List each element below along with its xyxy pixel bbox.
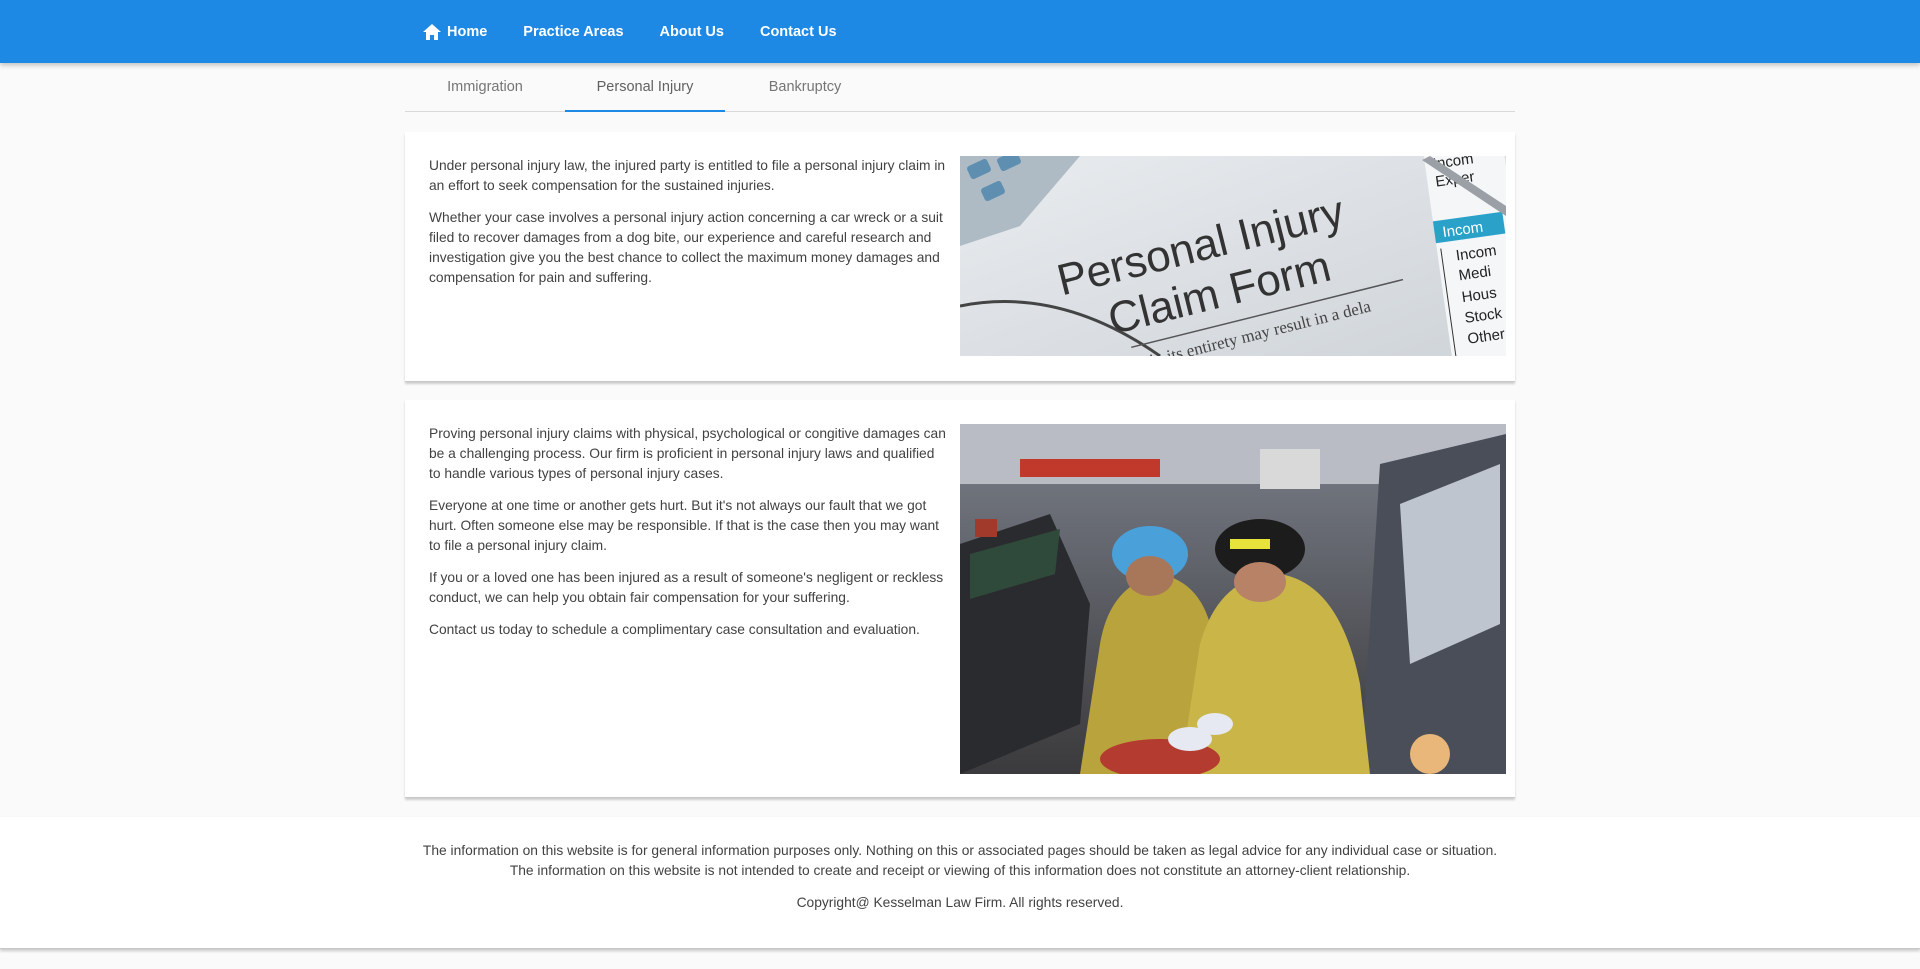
tab-bankruptcy-label: Bankruptcy [768, 79, 842, 95]
disclaimer-line-2: The information on this website is not i… [509, 863, 1411, 878]
nav-about-us-link[interactable]: About Us [642, 0, 742, 63]
details-paragraph: Everyone at one time or another gets hur… [429, 498, 939, 553]
intro-text: Under personal injury law, the injured p… [429, 156, 949, 300]
tab-bankruptcy[interactable]: Bankruptcy [725, 63, 885, 111]
personal-injury-intro-card: Under personal injury law, the injured p… [405, 132, 1515, 382]
firefighters-image [960, 424, 1506, 774]
nav-menu: Home Practice Areas About Us Contact Us [415, 0, 855, 63]
intro-paragraph: Whether your case involves a personal in… [429, 210, 943, 285]
personal-injury-details-card: Proving personal injury claims with phys… [405, 400, 1515, 798]
nav-home-label: Home [447, 23, 488, 40]
home-icon [423, 23, 441, 40]
claim-form-image: Personal Injury Claim Form in its entire… [960, 156, 1506, 356]
nav-contact-us-link[interactable]: Contact Us [742, 0, 855, 63]
nav-contact-us-label: Contact Us [759, 23, 837, 40]
intro-paragraph: Under personal injury law, the injured p… [429, 158, 946, 193]
copyright-text: Copyright@ Kesselman Law Firm. All right… [796, 895, 1124, 910]
tab-personal-injury[interactable]: Personal Injury [565, 63, 725, 112]
claim-form-illustration: Personal Injury Claim Form in its entire… [960, 156, 1506, 356]
details-paragraph: If you or a loved one has been injured a… [429, 570, 944, 605]
site-footer: The information on this website is for g… [0, 817, 1920, 949]
firefighters-illustration [960, 424, 1506, 774]
nav-home-link[interactable]: Home [415, 0, 505, 63]
nav-practice-areas-link[interactable]: Practice Areas [505, 0, 641, 63]
tab-personal-injury-label: Personal Injury [596, 79, 694, 95]
details-paragraph: Contact us today to schedule a complimen… [429, 622, 920, 637]
details-text: Proving personal injury claims with phys… [429, 424, 949, 652]
nav-practice-areas-label: Practice Areas [523, 23, 624, 40]
practice-area-tabs: Immigration Personal Injury Bankruptcy [405, 63, 1515, 112]
tab-immigration[interactable]: Immigration [405, 63, 565, 111]
details-paragraph: Proving personal injury claims with phys… [429, 426, 946, 481]
tab-immigration-label: Immigration [447, 79, 523, 95]
top-navbar: Home Practice Areas About Us Contact Us [0, 0, 1920, 63]
disclaimer-line-1: The information on this website is for g… [422, 843, 1498, 858]
nav-about-us-label: About Us [659, 23, 724, 40]
